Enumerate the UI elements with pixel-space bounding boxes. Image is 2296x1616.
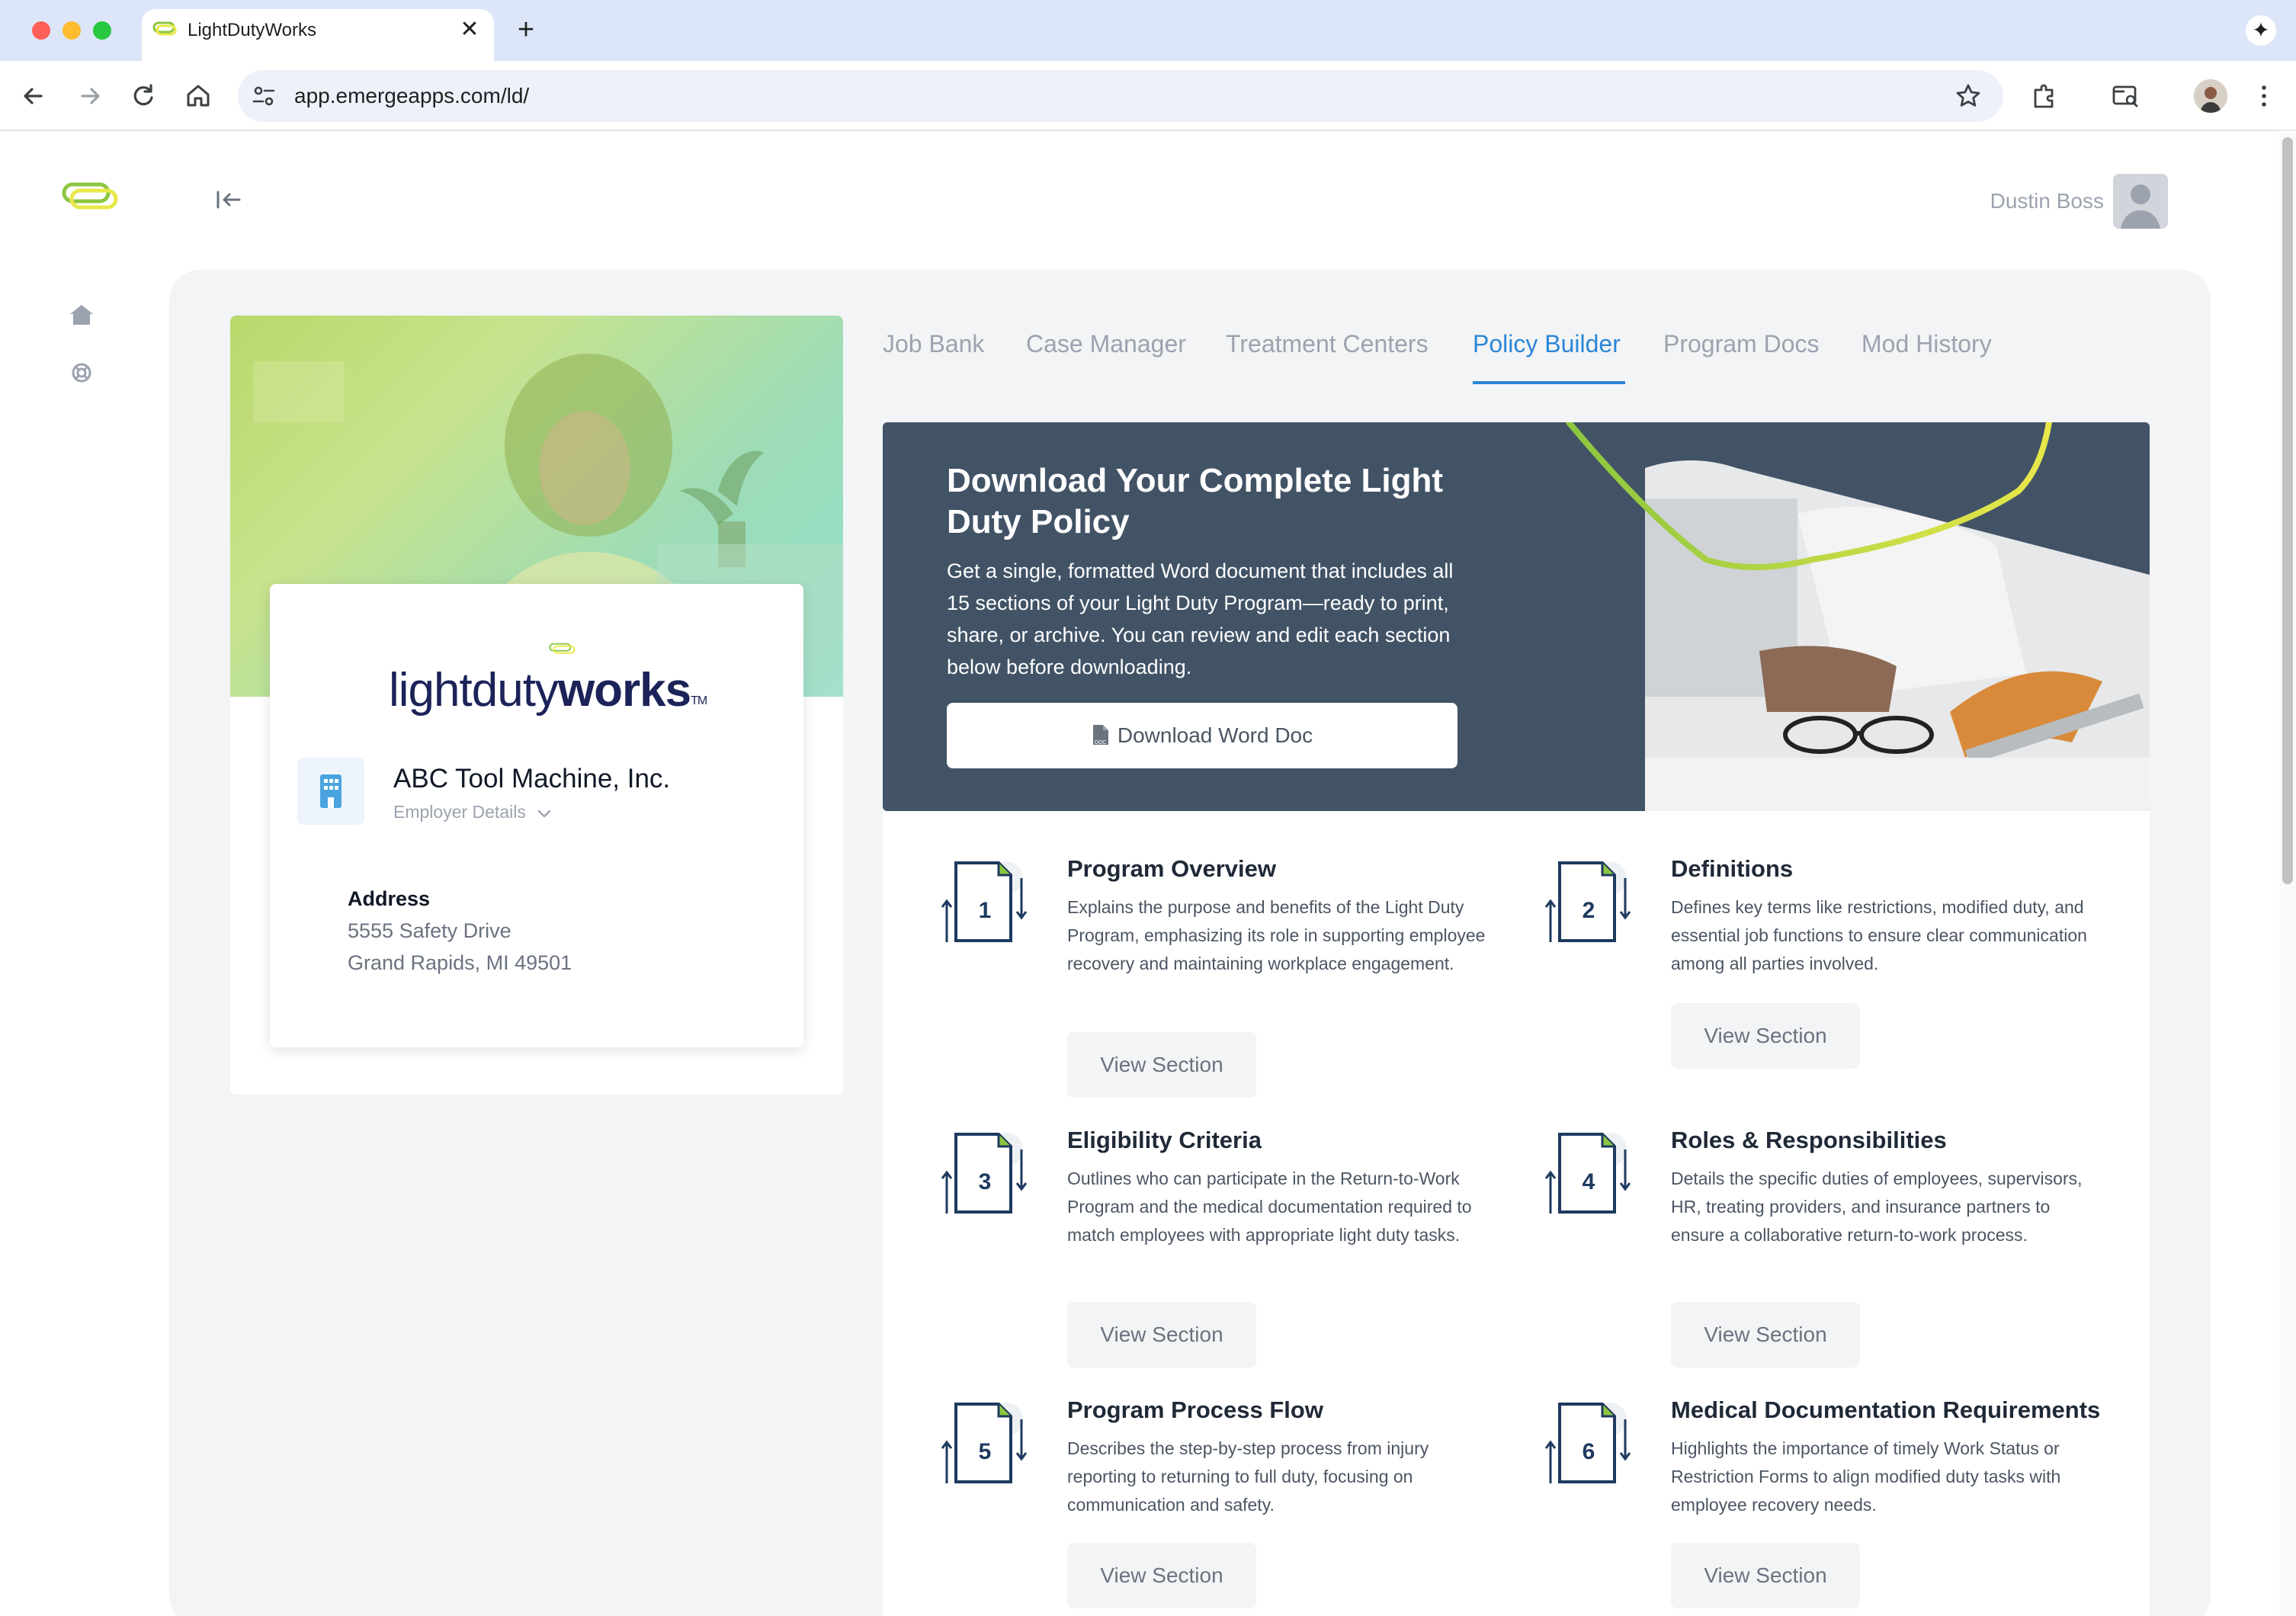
employer-details-label: Employer Details <box>393 802 526 822</box>
tab-case-manager[interactable]: Case Manager <box>1026 328 1186 360</box>
window-minimize-button[interactable] <box>63 21 81 40</box>
section-title: Definitions <box>1671 855 1794 882</box>
section-title: Program Overview <box>1067 855 1276 882</box>
help-lifebuoy-icon[interactable] <box>70 361 93 384</box>
profile-avatar[interactable] <box>2194 79 2227 113</box>
section-title: Eligibility Criteria <box>1067 1127 1262 1153</box>
page-scrollbar-thumb[interactable] <box>2282 137 2293 884</box>
document-number-icon: 5 <box>941 1403 1028 1483</box>
collapse-sidebar-icon[interactable] <box>213 188 244 212</box>
favicon-icon <box>152 21 177 36</box>
banner-description: Get a single, formatted Word document th… <box>947 560 1454 678</box>
extensions-icon[interactable] <box>2028 79 2061 113</box>
chevron-down-icon <box>538 810 551 818</box>
section-title: Program Process Flow <box>1067 1396 1323 1423</box>
section-number: 3 <box>979 1169 992 1194</box>
document-number-icon: 4 <box>1544 1133 1631 1214</box>
forward-arrow-icon[interactable] <box>73 79 107 113</box>
tab-close-icon[interactable]: ✕ <box>457 15 482 44</box>
employer-details-toggle[interactable]: Employer Details <box>393 800 553 823</box>
section-number: 4 <box>1583 1169 1595 1194</box>
section-title: Roles & Responsibilities <box>1671 1127 1947 1153</box>
view-section-button[interactable]: View Section <box>1671 1003 1860 1069</box>
user-avatar[interactable] <box>2113 174 2168 229</box>
section-description: Outlines who can participate in the Retu… <box>1067 1169 1472 1245</box>
url-text[interactable]: app.emergeapps.com/ld/ <box>294 82 529 110</box>
tab-treatment-centers[interactable]: Treatment Centers <box>1226 328 1429 360</box>
app-logo[interactable] <box>61 181 119 212</box>
window-zoom-button[interactable] <box>93 21 111 40</box>
address-line-2: Grand Rapids, MI 49501 <box>348 951 572 974</box>
building-icon <box>297 758 364 825</box>
brand-tm: TM <box>691 694 707 707</box>
address-label: Address <box>348 887 431 910</box>
tab-policy-builder[interactable]: Policy Builder <box>1473 328 1621 360</box>
tab-job-bank[interactable]: Job Bank <box>883 328 984 360</box>
document-number-icon: 1 <box>941 861 1028 942</box>
section-description: Highlights the importance of timely Work… <box>1671 1438 2061 1515</box>
section-description: Explains the purpose and benefits of the… <box>1067 897 1486 973</box>
banner-title: Download Your Complete Light Duty Policy <box>947 462 1444 540</box>
view-section-button[interactable]: View Section <box>1067 1302 1256 1368</box>
home-nav-icon[interactable] <box>69 303 95 326</box>
section-description: Describes the step-by-step process from … <box>1067 1438 1429 1515</box>
tab-program-docs[interactable]: Program Docs <box>1663 328 1820 360</box>
brand-bold: works <box>557 664 691 717</box>
document-number-icon: 3 <box>941 1133 1028 1214</box>
section-description: Defines key terms like restrictions, mod… <box>1671 897 2087 973</box>
tab-title: LightDutyWorks <box>188 20 316 40</box>
window-close-button[interactable] <box>32 21 50 40</box>
section-number: 2 <box>1583 898 1595 923</box>
section-number: 6 <box>1583 1439 1595 1464</box>
banner-photo <box>1645 460 2150 811</box>
document-number-icon: 2 <box>1544 861 1631 942</box>
view-section-button[interactable]: View Section <box>1671 1543 1860 1608</box>
view-section-button[interactable]: View Section <box>1067 1543 1256 1608</box>
view-section-button[interactable]: View Section <box>1671 1302 1860 1368</box>
section-title: Medical Documentation Requirements <box>1671 1396 2101 1423</box>
section-description: Details the specific duties of employees… <box>1671 1169 2083 1245</box>
svg-text:DOC: DOC <box>1095 740 1107 745</box>
more-menu-icon[interactable] <box>2247 79 2281 113</box>
address-line-1: 5555 Safety Drive <box>348 919 511 942</box>
word-doc-icon: DOC <box>1092 725 1108 745</box>
company-name: ABC Tool Machine, Inc. <box>393 764 671 794</box>
back-arrow-icon[interactable] <box>17 79 50 113</box>
section-number: 5 <box>979 1439 992 1464</box>
bookmark-star-icon[interactable] <box>1951 79 1985 113</box>
site-settings-icon[interactable] <box>249 81 279 111</box>
brand-light: lightduty <box>389 664 559 717</box>
document-number-icon: 6 <box>1544 1403 1631 1483</box>
tab-mod-history[interactable]: Mod History <box>1861 328 1992 360</box>
sparkle-icon[interactable]: ✦ <box>2246 15 2276 46</box>
reload-icon[interactable] <box>127 79 160 113</box>
active-tab-indicator <box>1473 381 1625 384</box>
new-tab-button[interactable]: + <box>511 14 541 46</box>
brand-wordmark: lightdutyworksTM <box>389 660 707 721</box>
home-icon[interactable] <box>181 79 215 113</box>
user-name[interactable]: Dustin Boss <box>1936 188 2104 215</box>
download-word-doc-button[interactable]: DOC Download Word Doc <box>947 703 1457 768</box>
section-number: 1 <box>979 898 992 923</box>
tab-search-icon[interactable] <box>2108 79 2142 113</box>
view-section-button[interactable]: View Section <box>1067 1032 1256 1098</box>
download-button-label: Download Word Doc <box>1117 723 1313 747</box>
